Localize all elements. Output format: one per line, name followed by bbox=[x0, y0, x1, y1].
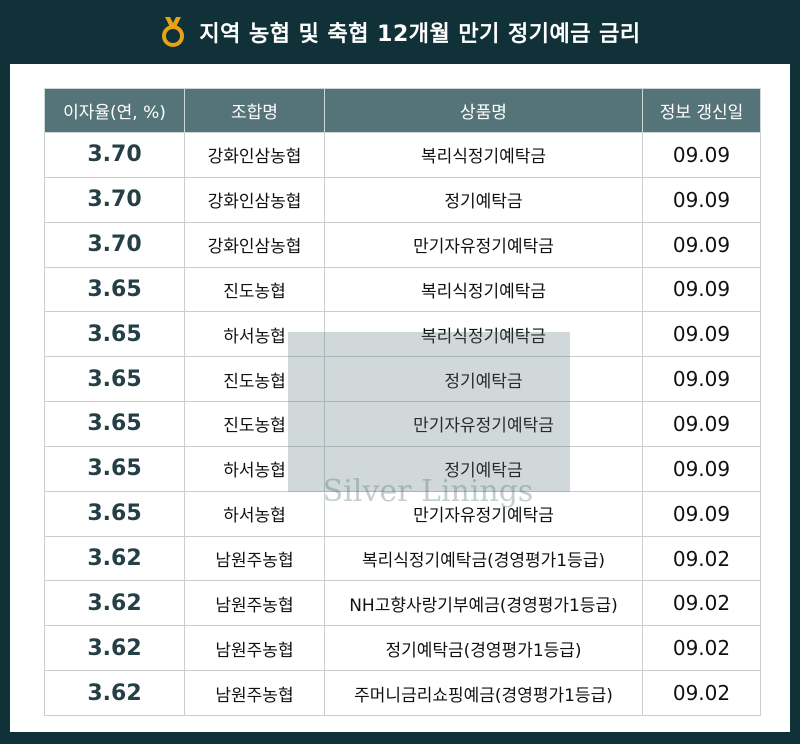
page-title: 지역 농협 및 축협 12개월 만기 정기예금 금리 bbox=[199, 22, 641, 47]
table-row: 3.62 남원주농협 NH고향사랑기부예금(경영평가1등급) 09.02 bbox=[44, 580, 761, 627]
product-cell: NH고향사랑기부예금(경영평가1등급) bbox=[324, 580, 643, 627]
date-cell: 09.09 bbox=[642, 445, 761, 492]
rate-cell: 3.65 bbox=[44, 401, 185, 447]
table-row: 3.62 남원주농협 정기예탁금(경영평가1등급) 09.02 bbox=[44, 625, 761, 672]
rate-cell: 3.62 bbox=[44, 670, 185, 716]
table-row: 3.65 진도농협 정기예탁금 09.09 bbox=[44, 356, 761, 403]
union-cell: 강화인삼농협 bbox=[184, 221, 325, 268]
table-body: 3.70 강화인삼농협 복리식정기예탁금 09.09 3.70 강화인삼농협 정기예탁금 09… bbox=[44, 132, 761, 716]
rate-cell: 3.70 bbox=[44, 176, 185, 223]
page-header: 지역 농협 및 축협 12개월 만기 정기예금 금리 bbox=[0, 0, 800, 64]
medal-icon bbox=[162, 17, 185, 47]
date-cell: 09.09 bbox=[642, 132, 761, 178]
rate-cell: 3.65 bbox=[44, 445, 185, 492]
table-row: 3.65 하서농협 복리식정기예탁금 09.09 bbox=[44, 311, 761, 358]
product-cell: 만기자유정기예탁금 bbox=[324, 490, 643, 537]
union-cell: 진도농협 bbox=[184, 401, 325, 447]
rate-cell: 3.65 bbox=[44, 311, 185, 358]
rate-cell: 3.65 bbox=[44, 356, 185, 403]
union-cell: 강화인삼농협 bbox=[184, 132, 325, 178]
table-row: 3.70 강화인삼농협 만기자유정기예탁금 09.09 bbox=[44, 221, 761, 268]
date-cell: 09.09 bbox=[642, 401, 761, 447]
product-cell: 정기예탁금(경영평가1등급) bbox=[324, 625, 643, 672]
header-inner: 지역 농협 및 축협 12개월 만기 정기예금 금리 bbox=[159, 16, 640, 48]
table-row: 3.65 하서농협 정기예탁금 09.09 bbox=[44, 445, 761, 492]
union-cell: 진도농협 bbox=[184, 356, 325, 403]
rate-cell: 3.65 bbox=[44, 266, 185, 313]
union-cell: 남원주농협 bbox=[184, 535, 325, 582]
content-panel: 이자율(연, %) 조합명 상품명 정보 갱신일 3.70 강화인삼농협 복리식정기… bbox=[10, 64, 790, 732]
union-cell: 남원주농협 bbox=[184, 625, 325, 672]
rate-cell: 3.62 bbox=[44, 580, 185, 627]
rate-cell: 3.62 bbox=[44, 625, 185, 672]
union-cell: 하서농협 bbox=[184, 311, 325, 358]
product-cell: 복리식정기예탁금 bbox=[324, 132, 643, 178]
union-cell: 하서농협 bbox=[184, 445, 325, 492]
product-cell: 정기예탁금 bbox=[324, 445, 643, 492]
date-cell: 09.09 bbox=[642, 266, 761, 313]
table-header-row: 이자율(연, %) 조합명 상품명 정보 갱신일 bbox=[44, 88, 761, 133]
column-header-rate: 이자율(연, %) bbox=[44, 88, 185, 133]
table-row: 3.62 남원주농협 복리식정기예탁금(경영평가1등급) 09.02 bbox=[44, 535, 761, 582]
table-row: 3.70 강화인삼농협 복리식정기예탁금 09.09 bbox=[44, 132, 761, 178]
rate-table: 이자율(연, %) 조합명 상품명 정보 갱신일 3.70 강화인삼농협 복리식정기… bbox=[44, 88, 761, 716]
rate-cell: 3.70 bbox=[44, 221, 185, 268]
column-header-product: 상품명 bbox=[324, 88, 643, 133]
rate-cell: 3.62 bbox=[44, 535, 185, 582]
date-cell: 09.02 bbox=[642, 535, 761, 582]
table-row: 3.62 남원주농협 주머니금리쇼핑예금(경영평가1등급) 09.02 bbox=[44, 670, 761, 716]
product-cell: 만기자유정기예탁금 bbox=[324, 221, 643, 268]
union-cell: 강화인삼농협 bbox=[184, 176, 325, 223]
rate-cell: 3.65 bbox=[44, 490, 185, 537]
product-cell: 만기자유정기예탁금 bbox=[324, 401, 643, 447]
column-header-union: 조합명 bbox=[184, 88, 325, 133]
product-cell: 정기예탁금 bbox=[324, 176, 643, 223]
column-header-date: 정보 갱신일 bbox=[642, 88, 761, 133]
union-cell: 하서농협 bbox=[184, 490, 325, 537]
product-cell: 복리식정기예탁금 bbox=[324, 311, 643, 358]
date-cell: 09.09 bbox=[642, 221, 761, 268]
union-cell: 남원주농협 bbox=[184, 580, 325, 627]
union-cell: 진도농협 bbox=[184, 266, 325, 313]
rate-cell: 3.70 bbox=[44, 132, 185, 178]
product-cell: 정기예탁금 bbox=[324, 356, 643, 403]
table-row: 3.65 진도농협 만기자유정기예탁금 09.09 bbox=[44, 401, 761, 447]
date-cell: 09.02 bbox=[642, 625, 761, 672]
product-cell: 주머니금리쇼핑예금(경영평가1등급) bbox=[324, 670, 643, 716]
date-cell: 09.02 bbox=[642, 580, 761, 627]
product-cell: 복리식정기예탁금 bbox=[324, 266, 643, 313]
date-cell: 09.09 bbox=[642, 176, 761, 223]
union-cell: 남원주농협 bbox=[184, 670, 325, 716]
table-row: 3.70 강화인삼농협 정기예탁금 09.09 bbox=[44, 176, 761, 223]
date-cell: 09.09 bbox=[642, 311, 761, 358]
date-cell: 09.09 bbox=[642, 490, 761, 537]
date-cell: 09.09 bbox=[642, 356, 761, 403]
product-cell: 복리식정기예탁금(경영평가1등급) bbox=[324, 535, 643, 582]
date-cell: 09.02 bbox=[642, 670, 761, 716]
table-row: 3.65 하서농협 만기자유정기예탁금 09.09 bbox=[44, 490, 761, 537]
table-row: 3.65 진도농협 복리식정기예탁금 09.09 bbox=[44, 266, 761, 313]
